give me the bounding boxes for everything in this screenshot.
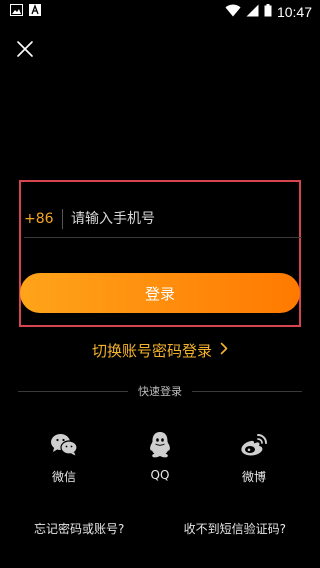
phone-divider xyxy=(62,208,63,229)
divider-line-right xyxy=(192,390,302,392)
qq-label: QQ xyxy=(150,468,170,482)
forgot-password-link[interactable]: 忘记密码或账号? xyxy=(34,520,124,540)
qq-login-button[interactable]: QQ xyxy=(130,430,190,490)
status-bar: 10:47 xyxy=(0,0,320,24)
divider-line-left xyxy=(18,390,128,392)
phone-row: +86 xyxy=(24,200,302,238)
wifi-icon xyxy=(225,4,241,21)
quick-login-divider: 快速登录 xyxy=(18,384,302,398)
phone-input[interactable] xyxy=(71,203,302,234)
battery-icon xyxy=(264,3,272,21)
bottom-links: 忘记密码或账号? 收不到短信验证码? xyxy=(0,520,320,540)
switch-password-login-link[interactable]: 切换账号密码登录 xyxy=(0,340,320,360)
weibo-label: 微博 xyxy=(241,470,266,484)
close-button[interactable] xyxy=(12,38,38,64)
weibo-login-button[interactable]: 微博 xyxy=(224,430,284,490)
close-icon xyxy=(16,40,34,62)
text-a-icon xyxy=(29,4,41,20)
login-screen: 10:47 +86 登录 切换账号密码登录 快速登录 xyxy=(0,0,320,568)
switch-link-label: 切换账号密码登录 xyxy=(91,341,212,360)
wechat-label: 微信 xyxy=(51,470,76,484)
status-right: 10:47 xyxy=(225,3,312,21)
qq-icon xyxy=(145,430,175,460)
social-login-row: 微信 QQ 微博 xyxy=(0,430,320,490)
wechat-login-button[interactable]: 微信 xyxy=(34,430,94,490)
chevron-right-icon xyxy=(220,341,228,359)
signal-icon xyxy=(246,4,259,21)
status-left xyxy=(10,4,41,20)
country-code[interactable]: +86 xyxy=(24,211,60,227)
quick-login-label: 快速登录 xyxy=(138,385,182,398)
weibo-icon xyxy=(239,430,269,460)
status-time: 10:47 xyxy=(276,4,312,20)
image-icon xyxy=(10,4,23,20)
no-sms-code-link[interactable]: 收不到短信验证码? xyxy=(184,520,286,540)
wechat-icon xyxy=(49,430,79,460)
login-button[interactable]: 登录 xyxy=(20,273,300,313)
